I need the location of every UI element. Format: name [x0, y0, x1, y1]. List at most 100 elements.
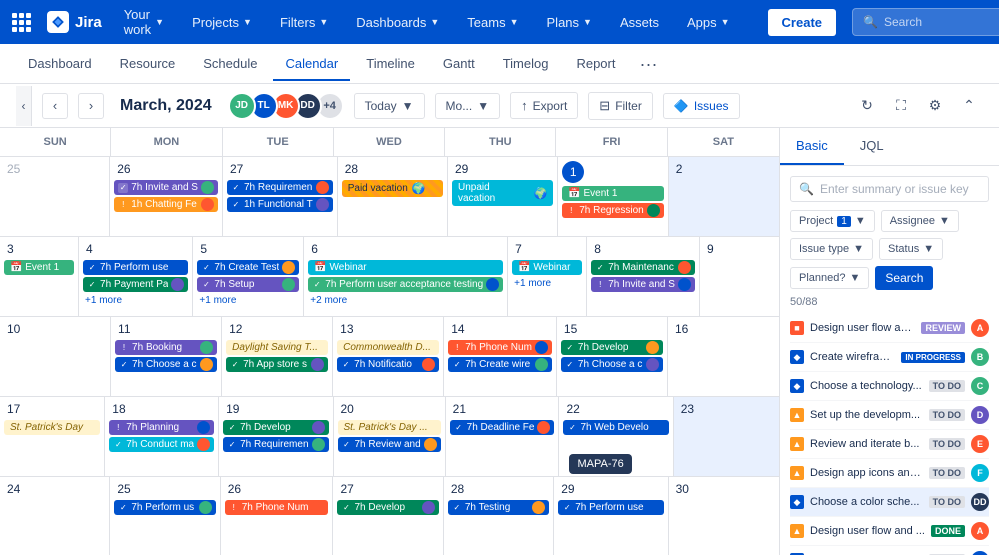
- cal-day[interactable]: 10: [0, 317, 111, 397]
- more-link[interactable]: +1 more: [197, 294, 299, 307]
- cal-day[interactable]: 25 ✓ 7h Perform us: [110, 477, 220, 555]
- tab-basic[interactable]: Basic: [780, 128, 844, 165]
- list-item[interactable]: ◆ Create wireframe... IN PROGRESS B: [790, 343, 989, 372]
- project-filter[interactable]: Project 1 ▼: [790, 210, 875, 232]
- event-pill[interactable]: ✓ 7h Requiremen: [227, 180, 333, 195]
- nav-apps[interactable]: Apps ▼: [681, 11, 736, 34]
- event-pill[interactable]: ✓ 7h Testing: [448, 500, 549, 515]
- subnav-timelog[interactable]: Timelog: [491, 48, 561, 81]
- nav-your-work[interactable]: Your work ▼: [118, 3, 170, 41]
- webinar-event[interactable]: 📅 Webinar: [308, 260, 503, 275]
- event-pill[interactable]: ✓ 7h Setup: [197, 277, 299, 292]
- cal-day[interactable]: 9: [700, 237, 779, 317]
- event-pill[interactable]: ✓ 7h Choose a c: [115, 357, 217, 372]
- cal-day[interactable]: 30: [669, 477, 779, 555]
- prev-month-button[interactable]: ‹: [42, 93, 68, 119]
- tab-jql[interactable]: JQL: [844, 128, 900, 165]
- subnav-calendar[interactable]: Calendar: [273, 48, 350, 81]
- event-pill[interactable]: ✓ 7h Perform user acceptance testing: [308, 277, 503, 292]
- list-item[interactable]: ■ Design user flow an... REVIEW A: [790, 314, 989, 343]
- cal-day[interactable]: 11 ! 7h Booking ✓ 7h Choose a c: [111, 317, 222, 397]
- global-search[interactable]: 🔍 Search: [852, 8, 999, 36]
- cal-day[interactable]: 8 ✓ 7h Maintenanc ! 7h Invite and S: [587, 237, 700, 317]
- event-pill[interactable]: ✓ 7h Deadline Fe: [450, 420, 555, 435]
- cal-day[interactable]: 29 Unpaid vacation 🌍: [448, 157, 558, 237]
- cal-day[interactable]: 27 ✓ 7h Develop: [333, 477, 443, 555]
- cal-day[interactable]: 13 Commonwealth D... ✓ 7h Notificatio: [333, 317, 444, 397]
- webinar-event[interactable]: 📅 Webinar: [512, 260, 582, 275]
- event-pill[interactable]: ! 7h Booking: [115, 340, 217, 355]
- cal-day[interactable]: 23: [674, 397, 779, 477]
- event-pill[interactable]: ! 7h Regression: [562, 203, 663, 218]
- issue-search-input[interactable]: [820, 182, 980, 196]
- avatar-1[interactable]: JD: [228, 92, 256, 120]
- settings-icon[interactable]: ⚙: [921, 92, 949, 120]
- event-pill[interactable]: ✓ 7h Create wire: [448, 357, 552, 372]
- cal-day[interactable]: 15 ✓ 7h Develop ✓ 7h Choose a c: [557, 317, 668, 397]
- event-pill[interactable]: ✓ 7h Maintenanc: [591, 260, 695, 275]
- planned-filter[interactable]: Planned? ▼: [790, 267, 869, 289]
- event-pill[interactable]: ✓ 7h Web Develo: [563, 420, 668, 435]
- cal-day[interactable]: 25: [0, 157, 110, 237]
- nav-dashboards[interactable]: Dashboards ▼: [350, 11, 445, 34]
- subnav-schedule[interactable]: Schedule: [191, 48, 269, 81]
- cal-day[interactable]: 29 ✓ 7h Perform use: [554, 477, 668, 555]
- status-filter[interactable]: Status ▼: [879, 238, 943, 260]
- cal-day[interactable]: 4 ✓ 7h Perform use ✓ 7h Payment Pa +1 mo…: [79, 237, 193, 317]
- search-button[interactable]: Search: [875, 266, 933, 290]
- list-item[interactable]: ▲ Set up the developm... TO DO D: [790, 401, 989, 430]
- export-button[interactable]: ↑ Export: [510, 92, 578, 119]
- event-pill[interactable]: ✓ 7h Requiremen: [223, 437, 328, 452]
- vacation-event[interactable]: Unpaid vacation 🌍: [452, 180, 553, 206]
- issue-type-filter[interactable]: Issue type ▼: [790, 238, 873, 260]
- cal-day[interactable]: 16: [668, 317, 779, 397]
- event-pill[interactable]: ✓ 7h Conduct ma: [109, 437, 214, 452]
- subnav-gantt[interactable]: Gantt: [431, 48, 487, 81]
- cal-day[interactable]: 5 ✓ 7h Create Test ✓ 7h Setup +1 more: [193, 237, 304, 317]
- event-pill[interactable]: ✓ 7h Develop: [337, 500, 438, 515]
- collapse-icon[interactable]: ⌃: [955, 92, 983, 120]
- list-item[interactable]: ◆ Choose a technology... TO DO C: [790, 372, 989, 401]
- event-pill[interactable]: ✓ 7h Develop: [223, 420, 328, 435]
- create-button[interactable]: Create: [768, 9, 836, 36]
- event-pill[interactable]: ! 1h Chatting Fe: [114, 197, 218, 212]
- event-pill[interactable]: ✓ 7h Choose a c: [561, 357, 663, 372]
- event-pill[interactable]: ✓ 7h Perform use: [558, 500, 663, 515]
- list-item[interactable]: ▲ Review and iterate b... TO DO E: [790, 430, 989, 459]
- event-pill[interactable]: ! 7h Phone Num: [225, 500, 329, 515]
- cal-day[interactable]: 2: [669, 157, 779, 237]
- fullscreen-icon[interactable]: ⛶: [887, 92, 915, 120]
- cal-day[interactable]: 28 ✓ 7h Testing: [444, 477, 554, 555]
- list-item[interactable]: ▲ Design user flow and ... DONE A: [790, 517, 989, 546]
- assignee-filter[interactable]: Assignee ▼: [881, 210, 959, 232]
- event-pill[interactable]: ✓ 1h Functional T: [227, 197, 333, 212]
- event-pill[interactable]: ✓ 7h Review and: [338, 437, 441, 452]
- event-pill[interactable]: ✓ 7h Develop: [561, 340, 663, 355]
- more-link[interactable]: +1 more: [512, 277, 582, 290]
- all-day-event[interactable]: 📅 Event 1: [4, 260, 74, 275]
- event-pill[interactable]: ! 7h Planning: [109, 420, 214, 435]
- more-link[interactable]: +2 more: [308, 294, 503, 307]
- next-month-button[interactable]: ›: [78, 93, 104, 119]
- cal-day[interactable]: 17 St. Patrick's Day: [0, 397, 105, 477]
- issue-search-field[interactable]: 🔍: [790, 176, 989, 202]
- cal-day[interactable]: 6 📅 Webinar ✓ 7h Perform user acceptance…: [304, 237, 508, 317]
- subnav-resource[interactable]: Resource: [108, 48, 188, 81]
- list-item[interactable]: ◆ Choose a color sche... TO DO DD: [790, 488, 989, 517]
- nav-assets[interactable]: Assets: [614, 11, 665, 34]
- list-item[interactable]: ◆ Create wireframes an... TO DO B: [790, 546, 989, 555]
- subnav-report[interactable]: Report: [564, 48, 627, 81]
- event-pill[interactable]: ✓ 7h Invite and S: [114, 180, 218, 195]
- event-pill[interactable]: ✓ 7h Perform us: [114, 500, 215, 515]
- cal-day[interactable]: 1 📅 Event 1 ! 7h Regression: [558, 157, 668, 237]
- app-grid-icon[interactable]: [12, 10, 31, 34]
- cal-day[interactable]: 24: [0, 477, 110, 555]
- subnav-timeline[interactable]: Timeline: [354, 48, 427, 81]
- jira-logo[interactable]: Jira: [47, 11, 102, 33]
- cal-day[interactable]: 27 ✓ 7h Requiremen ✓ 1h Functional T: [223, 157, 338, 237]
- subnav-more[interactable]: ···: [631, 55, 665, 73]
- nav-plans[interactable]: Plans ▼: [541, 11, 598, 34]
- refresh-icon[interactable]: ↻: [853, 92, 881, 120]
- filter-button[interactable]: ⊟ Filter: [588, 92, 653, 120]
- more-button[interactable]: Mo... ▼: [435, 93, 501, 119]
